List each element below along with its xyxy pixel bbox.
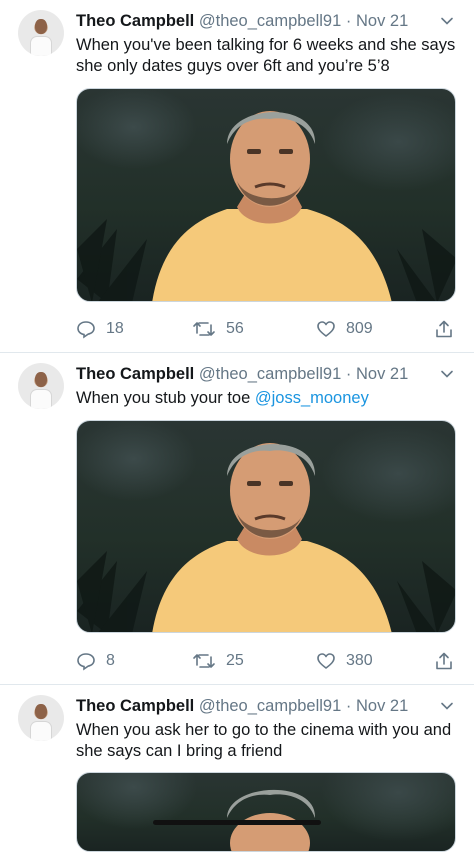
- author-name[interactable]: Theo Campbell: [76, 365, 194, 383]
- author-name[interactable]: Theo Campbell: [76, 697, 194, 715]
- retweet-icon: [193, 654, 215, 668]
- avatar[interactable]: [18, 363, 64, 409]
- like-button[interactable]: 380: [316, 650, 373, 672]
- share-button[interactable]: [434, 318, 464, 340]
- share-icon: [436, 652, 452, 670]
- tweet-header: Theo Campbell @theo_campbell91 · Nov 21: [76, 697, 408, 716]
- reply-count: 8: [106, 652, 115, 669]
- tweet-date[interactable]: Nov 21: [356, 12, 408, 30]
- tweet-date[interactable]: Nov 21: [356, 697, 408, 715]
- reply-count: 18: [106, 320, 124, 337]
- tweet-text-line: she says can I bring a friend: [76, 742, 283, 760]
- tweet-text: When you ask her to go to the cinema wit…: [76, 720, 461, 762]
- reply-button[interactable]: 18: [76, 318, 124, 340]
- tweet-text: When you stub your toe @joss_mooney: [76, 388, 461, 409]
- reply-icon: [77, 653, 95, 671]
- separator: ·: [345, 12, 352, 30]
- chevron-down-icon[interactable]: [440, 699, 454, 713]
- author-handle[interactable]: @theo_campbell91: [199, 697, 341, 715]
- tweet[interactable]: Theo Campbell @theo_campbell91 · Nov 21 …: [0, 0, 474, 352]
- like-count: 380: [346, 652, 373, 669]
- separator: ·: [345, 697, 352, 715]
- tweet-image[interactable]: [76, 772, 456, 852]
- tweet-text-plain: When you stub your toe: [76, 389, 255, 407]
- retweet-button[interactable]: 56: [192, 318, 244, 340]
- heart-icon: [317, 321, 335, 337]
- meme-photo: [227, 789, 316, 851]
- tweet-image[interactable]: [76, 420, 456, 633]
- meme-photo: [77, 443, 455, 632]
- meme-photo: [77, 111, 455, 301]
- chevron-down-icon[interactable]: [440, 367, 454, 381]
- retweet-button[interactable]: 25: [192, 650, 244, 672]
- tweet-text-line: When you've been talking for 6 weeks and…: [76, 36, 456, 54]
- reply-icon: [77, 321, 95, 339]
- author-handle[interactable]: @theo_campbell91: [199, 365, 341, 383]
- avatar[interactable]: [18, 695, 64, 741]
- retweet-count: 56: [226, 320, 244, 337]
- tweet[interactable]: Theo Campbell @theo_campbell91 · Nov 21 …: [0, 353, 474, 683]
- reply-button[interactable]: 8: [76, 650, 115, 672]
- tweet-image[interactable]: [76, 88, 456, 302]
- tweet[interactable]: Theo Campbell @theo_campbell91 · Nov 21 …: [0, 685, 474, 852]
- share-button[interactable]: [434, 650, 464, 672]
- tweet-text-line: she only dates guys over 6ft and you’re …: [76, 57, 390, 75]
- tweet-date[interactable]: Nov 21: [356, 365, 408, 383]
- separator: ·: [345, 365, 352, 383]
- home-indicator[interactable]: [153, 820, 321, 825]
- share-icon: [436, 320, 452, 338]
- avatar[interactable]: [18, 10, 64, 56]
- like-button[interactable]: 809: [316, 318, 373, 340]
- chevron-down-icon[interactable]: [440, 14, 454, 28]
- author-handle[interactable]: @theo_campbell91: [199, 12, 341, 30]
- author-name[interactable]: Theo Campbell: [76, 12, 194, 30]
- retweet-count: 25: [226, 652, 244, 669]
- tweet-text-line: When you ask her to go to the cinema wit…: [76, 721, 452, 739]
- mention-link[interactable]: @joss_mooney: [255, 389, 369, 407]
- tweet-actions: 8 25 380: [76, 650, 456, 672]
- tweet-text: When you've been talking for 6 weeks and…: [76, 35, 461, 77]
- tweet-header: Theo Campbell @theo_campbell91 · Nov 21: [76, 365, 408, 384]
- tweet-header: Theo Campbell @theo_campbell91 · Nov 21: [76, 12, 408, 31]
- retweet-icon: [193, 322, 215, 336]
- like-count: 809: [346, 320, 373, 337]
- tweet-actions: 18 56 809: [76, 318, 456, 340]
- heart-icon: [317, 653, 335, 669]
